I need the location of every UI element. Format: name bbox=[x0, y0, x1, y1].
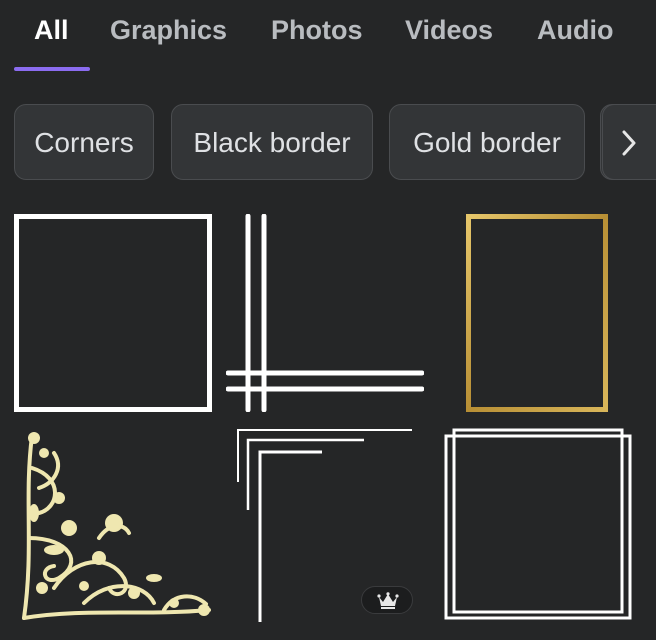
result-double-line-corner[interactable] bbox=[225, 213, 425, 413]
chip-black-border[interactable]: Black border bbox=[171, 104, 373, 180]
crown-icon bbox=[377, 592, 399, 609]
tab-graphics[interactable]: Graphics bbox=[110, 10, 227, 50]
premium-badge bbox=[361, 586, 413, 614]
result-ornamental-floral-corner[interactable] bbox=[14, 428, 212, 626]
result-white-square-frame[interactable] bbox=[14, 214, 212, 412]
media-type-tabs: All Graphics Photos Videos Audio bbox=[0, 0, 656, 72]
tab-photos[interactable]: Photos bbox=[271, 10, 363, 50]
chips-next-button[interactable] bbox=[602, 104, 656, 180]
chip-gold-border[interactable]: Gold border bbox=[389, 104, 585, 180]
tab-videos[interactable]: Videos bbox=[405, 10, 493, 50]
double-line-corner-graphic bbox=[225, 213, 425, 413]
result-gold-rectangle-frame[interactable] bbox=[466, 214, 608, 412]
ornamental-floral-corner-graphic bbox=[22, 432, 211, 620]
gold-rectangle-frame-graphic bbox=[466, 214, 608, 412]
tab-audio[interactable]: Audio bbox=[537, 10, 613, 50]
white-square-frame-graphic bbox=[14, 214, 212, 412]
double-square-frame-graphic bbox=[444, 428, 632, 620]
active-tab-indicator bbox=[14, 67, 90, 71]
filter-chips: Corners Black border Gold border P bbox=[0, 104, 656, 184]
tab-all[interactable]: All bbox=[34, 10, 69, 50]
chevron-right-icon bbox=[622, 130, 636, 156]
chip-corners[interactable]: Corners bbox=[14, 104, 154, 180]
result-double-square-frame[interactable] bbox=[444, 428, 636, 626]
